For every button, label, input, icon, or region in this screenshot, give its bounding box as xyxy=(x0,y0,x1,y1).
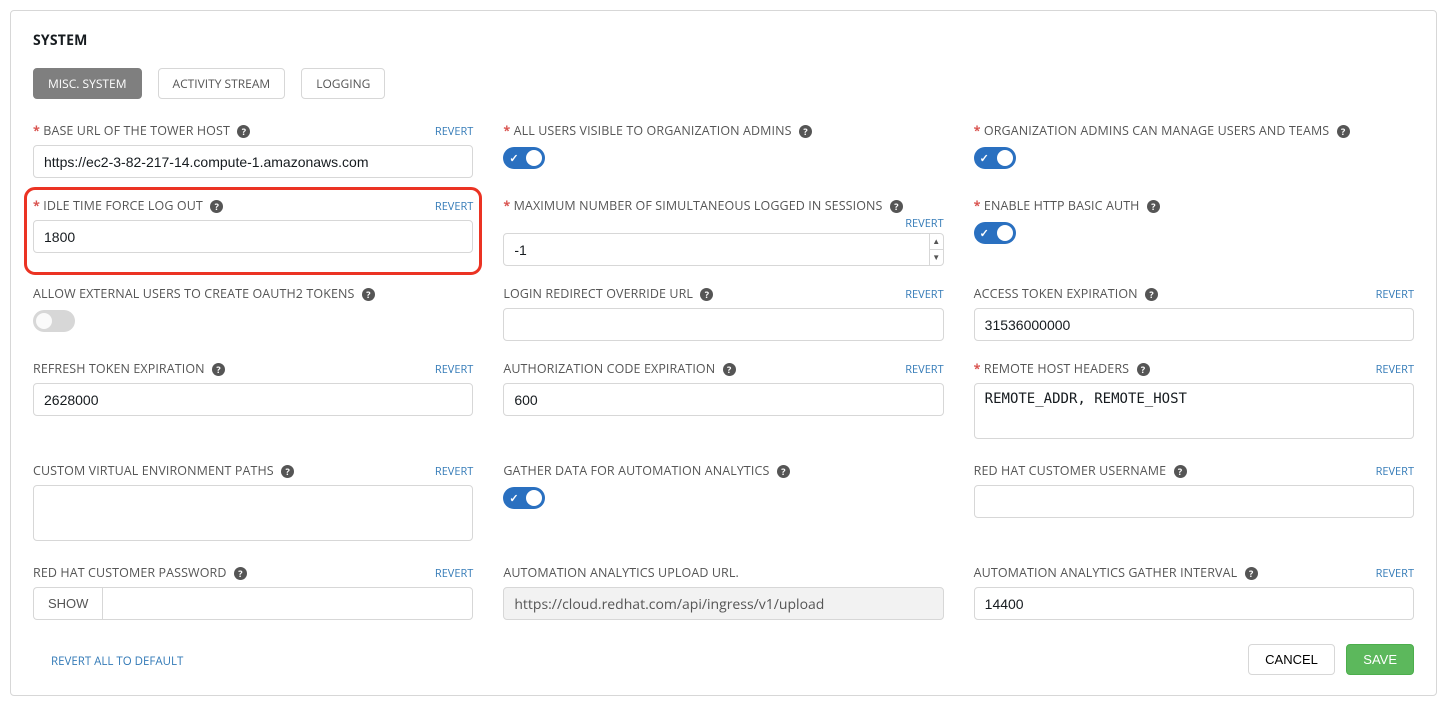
help-icon[interactable]: ? xyxy=(1145,288,1158,301)
input-base-url[interactable] xyxy=(33,145,473,178)
help-icon[interactable]: ? xyxy=(1245,567,1258,580)
field-max-sessions: MAXIMUM NUMBER OF SIMULTANEOUS LOGGED IN… xyxy=(503,196,943,266)
input-rh-pass[interactable] xyxy=(102,587,473,620)
revert-link[interactable]: REVERT xyxy=(435,124,473,139)
revert-link[interactable]: REVERT xyxy=(1376,566,1414,581)
label-custom-venv: CUSTOM VIRTUAL ENVIRONMENT PATHS xyxy=(33,462,274,479)
field-idle-time: IDLE TIME FORCE LOG OUT ? REVERT xyxy=(33,196,473,266)
tabs: MISC. SYSTEM ACTIVITY STREAM LOGGING xyxy=(33,68,1414,99)
field-all-users-visible: ALL USERS VISIBLE TO ORGANIZATION ADMINS… xyxy=(503,121,943,178)
label-login-redirect: LOGIN REDIRECT OVERRIDE URL xyxy=(503,285,693,302)
revert-link[interactable]: REVERT xyxy=(435,566,473,581)
label-enable-basic-auth: ENABLE HTTP BASIC AUTH xyxy=(974,197,1140,214)
input-rh-user[interactable] xyxy=(974,485,1414,518)
help-icon[interactable]: ? xyxy=(234,567,247,580)
spinner-up-icon[interactable]: ▲ xyxy=(930,234,943,250)
help-icon[interactable]: ? xyxy=(362,288,375,301)
help-icon[interactable]: ? xyxy=(890,200,903,213)
field-rh-user: RED HAT CUSTOMER USERNAME ? REVERT xyxy=(974,461,1414,545)
input-login-redirect[interactable] xyxy=(503,308,943,341)
label-access-token-exp: ACCESS TOKEN EXPIRATION xyxy=(974,285,1138,302)
label-analytics-interval: AUTOMATION ANALYTICS GATHER INTERVAL xyxy=(974,564,1238,581)
label-idle-time: IDLE TIME FORCE LOG OUT xyxy=(33,197,203,214)
field-org-admins-manage: ORGANIZATION ADMINS CAN MANAGE USERS AND… xyxy=(974,121,1414,178)
field-refresh-token-exp: REFRESH TOKEN EXPIRATION ? REVERT xyxy=(33,359,473,443)
field-allow-oauth2: ALLOW EXTERNAL USERS TO CREATE OAUTH2 TO… xyxy=(33,284,473,341)
tab-misc-system[interactable]: MISC. SYSTEM xyxy=(33,68,142,99)
input-max-sessions[interactable] xyxy=(503,233,943,266)
tab-logging[interactable]: LOGGING xyxy=(301,68,385,99)
field-base-url: BASE URL OF THE TOWER HOST ? REVERT xyxy=(33,121,473,178)
settings-grid: BASE URL OF THE TOWER HOST ? REVERT ALL … xyxy=(33,121,1414,620)
toggle-org-admins-manage[interactable]: ✓ xyxy=(974,147,1016,169)
system-panel: SYSTEM MISC. SYSTEM ACTIVITY STREAM LOGG… xyxy=(10,10,1437,696)
show-password-button[interactable]: SHOW xyxy=(33,587,102,620)
label-analytics-url: AUTOMATION ANALYTICS UPLOAD URL. xyxy=(503,564,739,581)
revert-link[interactable]: REVERT xyxy=(1376,464,1414,479)
label-rh-pass: RED HAT CUSTOMER PASSWORD xyxy=(33,564,227,581)
help-icon[interactable]: ? xyxy=(723,363,736,376)
revert-link[interactable]: REVERT xyxy=(435,464,473,479)
spinner-buttons: ▲ ▼ xyxy=(929,234,943,265)
field-auth-code-exp: AUTHORIZATION CODE EXPIRATION ? REVERT xyxy=(503,359,943,443)
field-remote-headers: REMOTE HOST HEADERS ? REVERT REMOTE_ADDR… xyxy=(974,359,1414,443)
input-idle-time[interactable] xyxy=(33,220,473,253)
field-gather-data: GATHER DATA FOR AUTOMATION ANALYTICS ? ✓ xyxy=(503,461,943,545)
revert-link[interactable]: REVERT xyxy=(905,362,943,377)
label-base-url: BASE URL OF THE TOWER HOST xyxy=(33,122,230,139)
revert-link[interactable]: REVERT xyxy=(435,362,473,377)
revert-link[interactable]: REVERT xyxy=(1376,287,1414,302)
field-rh-pass: RED HAT CUSTOMER PASSWORD ? REVERT SHOW xyxy=(33,563,473,620)
save-button[interactable]: SAVE xyxy=(1346,644,1414,675)
revert-all-link[interactable]: REVERT ALL TO DEFAULT xyxy=(51,654,183,669)
field-access-token-exp: ACCESS TOKEN EXPIRATION ? REVERT xyxy=(974,284,1414,341)
revert-link[interactable]: REVERT xyxy=(905,287,943,302)
input-remote-headers[interactable]: REMOTE_ADDR, REMOTE_HOST xyxy=(974,383,1414,439)
help-icon[interactable]: ? xyxy=(281,465,294,478)
field-analytics-url: AUTOMATION ANALYTICS UPLOAD URL. https:/… xyxy=(503,563,943,620)
toggle-gather-data[interactable]: ✓ xyxy=(503,487,545,509)
help-icon[interactable]: ? xyxy=(212,363,225,376)
help-icon[interactable]: ? xyxy=(799,125,812,138)
field-login-redirect: LOGIN REDIRECT OVERRIDE URL ? REVERT xyxy=(503,284,943,341)
help-icon[interactable]: ? xyxy=(1137,363,1150,376)
revert-link[interactable]: REVERT xyxy=(1376,362,1414,377)
field-analytics-interval: AUTOMATION ANALYTICS GATHER INTERVAL ? R… xyxy=(974,563,1414,620)
toggle-enable-basic-auth[interactable]: ✓ xyxy=(974,222,1016,244)
input-analytics-url: https://cloud.redhat.com/api/ingress/v1/… xyxy=(503,587,943,620)
label-rh-user: RED HAT CUSTOMER USERNAME xyxy=(974,462,1166,479)
help-icon[interactable]: ? xyxy=(210,200,223,213)
label-refresh-token-exp: REFRESH TOKEN EXPIRATION xyxy=(33,360,205,377)
label-allow-oauth2: ALLOW EXTERNAL USERS TO CREATE OAUTH2 TO… xyxy=(33,285,354,302)
help-icon[interactable]: ? xyxy=(700,288,713,301)
revert-link[interactable]: REVERT xyxy=(503,216,943,231)
input-auth-code-exp[interactable] xyxy=(503,383,943,416)
input-refresh-token-exp[interactable] xyxy=(33,383,473,416)
help-icon[interactable]: ? xyxy=(1337,125,1350,138)
field-enable-basic-auth: ENABLE HTTP BASIC AUTH ? ✓ xyxy=(974,196,1414,266)
label-gather-data: GATHER DATA FOR AUTOMATION ANALYTICS xyxy=(503,462,769,479)
input-access-token-exp[interactable] xyxy=(974,308,1414,341)
toggle-allow-oauth2[interactable]: ✓ xyxy=(33,310,75,332)
label-auth-code-exp: AUTHORIZATION CODE EXPIRATION xyxy=(503,360,715,377)
tab-activity-stream[interactable]: ACTIVITY STREAM xyxy=(158,68,286,99)
input-analytics-interval[interactable] xyxy=(974,587,1414,620)
spinner-down-icon[interactable]: ▼ xyxy=(930,250,943,265)
panel-title: SYSTEM xyxy=(33,31,1414,50)
revert-link[interactable]: REVERT xyxy=(435,199,473,214)
footer: REVERT ALL TO DEFAULT CANCEL SAVE xyxy=(33,644,1414,675)
help-icon[interactable]: ? xyxy=(1147,200,1160,213)
label-org-admins-manage: ORGANIZATION ADMINS CAN MANAGE USERS AND… xyxy=(974,122,1330,139)
label-max-sessions: MAXIMUM NUMBER OF SIMULTANEOUS LOGGED IN… xyxy=(503,197,882,214)
label-remote-headers: REMOTE HOST HEADERS xyxy=(974,360,1129,377)
label-all-users-visible: ALL USERS VISIBLE TO ORGANIZATION ADMINS xyxy=(503,122,791,139)
help-icon[interactable]: ? xyxy=(1174,465,1187,478)
cancel-button[interactable]: CANCEL xyxy=(1248,644,1335,675)
help-icon[interactable]: ? xyxy=(237,125,250,138)
toggle-all-users-visible[interactable]: ✓ xyxy=(503,147,545,169)
field-custom-venv: CUSTOM VIRTUAL ENVIRONMENT PATHS ? REVER… xyxy=(33,461,473,545)
input-custom-venv[interactable] xyxy=(33,485,473,541)
help-icon[interactable]: ? xyxy=(777,465,790,478)
